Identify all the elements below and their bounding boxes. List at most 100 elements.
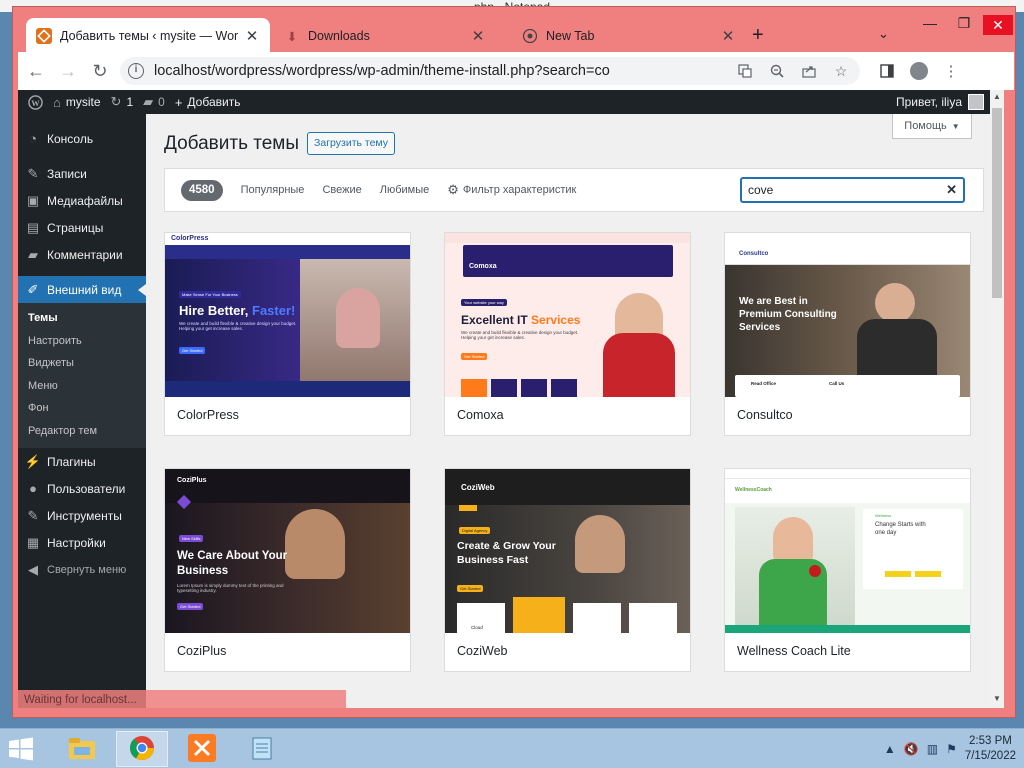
menu-pages[interactable]: ▤ Страницы <box>18 214 146 241</box>
menu-comments[interactable]: ▰ Комментарии <box>18 241 146 268</box>
network-icon[interactable]: ▥ <box>927 742 938 756</box>
submenu-menus[interactable]: Меню <box>18 375 146 398</box>
share-icon[interactable] <box>798 60 820 82</box>
profile-avatar[interactable] <box>906 58 932 84</box>
menu-users[interactable]: ● Пользователи <box>18 475 146 502</box>
tab-new-tab[interactable]: New Tab ✕ <box>512 18 746 54</box>
filter-latest[interactable]: Свежие <box>322 184 361 196</box>
minimize-button[interactable]: — <box>915 15 945 31</box>
tab-close-icon[interactable]: ✕ <box>720 27 736 45</box>
close-window-button[interactable]: ✕ <box>983 15 1013 35</box>
forward-button[interactable]: → <box>54 57 82 85</box>
preview-button: Call Us <box>829 381 845 386</box>
theme-name: CoziPlus <box>177 644 227 658</box>
theme-screenshot[interactable]: Comoxa Your website your way Excellent I… <box>445 233 690 397</box>
clock[interactable]: 2:53 PM 7/15/2022 <box>965 734 1016 764</box>
site-info-icon[interactable]: i <box>128 63 144 79</box>
filter-popular[interactable]: Популярные <box>241 184 305 196</box>
tab-search-icon[interactable]: ⌄ <box>878 26 889 42</box>
theme-screenshot[interactable]: Consultco We are Best in Premium Consult… <box>725 233 970 397</box>
menu-plugins[interactable]: ⚡ Плагины <box>18 448 146 475</box>
comments-link[interactable]: ▰ 0 <box>143 94 165 110</box>
address-bar[interactable]: i localhost/wordpress/wordpress/wp-admin… <box>120 57 860 85</box>
scroll-up-icon[interactable]: ▲ <box>990 92 1004 101</box>
back-button[interactable]: ← <box>22 57 50 85</box>
new-label: Добавить <box>187 95 241 109</box>
theme-screenshot[interactable]: ColorPress Make Sense For Your Business … <box>165 233 410 397</box>
tab-downloads[interactable]: ⬇ Downloads ✕ <box>274 18 496 54</box>
menu-dashboard[interactable]: ◔ Консоль <box>18 125 146 152</box>
preview-button: Get Started <box>461 353 488 360</box>
theme-card[interactable]: Comoxa Your website your way Excellent I… <box>444 232 691 436</box>
volume-muted-icon[interactable]: 🔇 <box>904 742 919 756</box>
menu-tools[interactable]: ✎ Инструменты <box>18 502 146 529</box>
tools-icon: ✎ <box>27 507 39 523</box>
preview-brand: ColorPress <box>171 235 209 242</box>
zoom-icon[interactable] <box>766 60 788 82</box>
taskbar-notepad[interactable] <box>236 731 288 767</box>
greeting: Привет, iliya <box>895 95 962 109</box>
menu-settings[interactable]: ▦ Настройки <box>18 529 146 556</box>
submenu-background[interactable]: Фон <box>18 397 146 420</box>
media-icon: ▣ <box>26 192 40 208</box>
taskbar-chrome[interactable] <box>116 731 168 767</box>
scrollbar-thumb[interactable] <box>992 108 1002 298</box>
wp-logo-icon[interactable]: W <box>28 94 43 110</box>
menu-posts[interactable]: ✎ Записи <box>18 160 146 187</box>
comments-count: 0 <box>158 95 165 109</box>
action-center-icon[interactable]: ⚑ <box>946 742 957 756</box>
theme-card[interactable]: WellnessCoach Wellness Change Starts wit… <box>724 468 971 672</box>
scroll-down-icon[interactable]: ▼ <box>990 694 1004 703</box>
preview-body: Cloud <box>471 625 483 630</box>
bookmark-star-icon[interactable]: ☆ <box>830 60 852 82</box>
theme-screenshot[interactable]: CoziPlus New Skills We Care About Your B… <box>165 469 410 633</box>
theme-screenshot[interactable]: CoziWeb Digital Agency Create & Grow You… <box>445 469 690 633</box>
theme-card[interactable]: CoziPlus New Skills We Care About Your B… <box>164 468 411 672</box>
tab-wordpress[interactable]: Добавить темы ‹ mysite — WordPress ✕ <box>26 18 270 54</box>
taskbar-file-explorer[interactable] <box>56 731 108 767</box>
maximize-button[interactable]: ❐ <box>949 15 979 32</box>
page-scrollbar[interactable]: ▲ ▼ <box>990 90 1004 708</box>
chrome-icon <box>522 28 538 44</box>
menu-appearance[interactable]: ✐ Внешний вид <box>18 276 146 303</box>
menu-media[interactable]: ▣ Медиафайлы <box>18 187 146 214</box>
new-content-link[interactable]: + Добавить <box>175 95 241 110</box>
collapse-menu-button[interactable]: ◀ Свернуть меню <box>18 556 146 583</box>
submenu-theme-editor[interactable]: Редактор тем <box>18 420 146 443</box>
xampp-icon <box>187 733 217 766</box>
preview-tag: Your website your way <box>461 299 507 306</box>
submenu-widgets[interactable]: Виджеты <box>18 352 146 375</box>
taskbar-xampp[interactable] <box>176 731 228 767</box>
account-menu[interactable]: Привет, iliya <box>896 94 984 110</box>
reload-button[interactable]: ↻ <box>86 57 114 85</box>
tab-close-icon[interactable]: ✕ <box>470 27 486 45</box>
filter-favorites[interactable]: Любимые <box>380 184 430 196</box>
new-tab-button[interactable]: + <box>752 24 764 47</box>
menu-label: Плагины <box>47 454 96 469</box>
updates-count: 1 <box>126 95 134 109</box>
site-name-link[interactable]: ⌂ mysite <box>53 95 101 110</box>
windows-start-icon[interactable] <box>6 736 36 762</box>
help-button[interactable]: Помощь ▼ <box>892 114 972 139</box>
show-hidden-icons[interactable]: ▲ <box>884 742 896 756</box>
submenu-themes[interactable]: Темы <box>18 307 146 330</box>
upload-theme-button[interactable]: Загрузить тему <box>307 132 396 155</box>
updates-link[interactable]: ↻ 1 <box>111 94 134 110</box>
tab-close-icon[interactable]: ✕ <box>244 27 260 45</box>
menu-label: Записи <box>47 166 87 181</box>
loading-status: Waiting for localhost... <box>18 690 346 710</box>
side-panel-icon[interactable] <box>874 58 900 84</box>
feature-filter-button[interactable]: ⚙ Фильтр характеристик <box>447 182 576 198</box>
preview-headline: Create & Grow Your <box>457 540 556 552</box>
theme-card[interactable]: ColorPress Make Sense For Your Business … <box>164 232 411 436</box>
theme-screenshot[interactable]: WellnessCoach Wellness Change Starts wit… <box>725 469 970 633</box>
theme-card[interactable]: Consultco We are Best in Premium Consult… <box>724 232 971 436</box>
submenu-customize[interactable]: Настроить <box>18 330 146 353</box>
theme-card[interactable]: CoziWeb Digital Agency Create & Grow You… <box>444 468 691 672</box>
browser-menu-icon[interactable]: ⋮ <box>938 58 964 84</box>
clear-search-icon[interactable]: ✕ <box>946 182 957 198</box>
translate-icon[interactable] <box>734 60 756 82</box>
preview-headline: Hire Better, <box>179 303 249 318</box>
theme-search-input[interactable]: cove ✕ <box>740 177 965 203</box>
clock-time: 2:53 PM <box>969 735 1012 747</box>
